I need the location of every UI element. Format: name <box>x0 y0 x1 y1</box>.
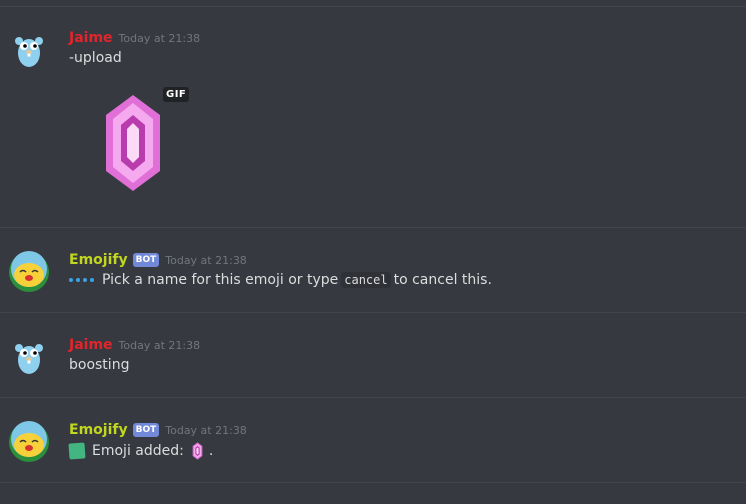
timestamp: Today at 21:38 <box>165 253 247 267</box>
author-name[interactable]: Jaime <box>69 337 113 353</box>
emojify-avatar[interactable] <box>8 421 50 463</box>
message-emojify-added: Emojify BOT Today at 21:38 Emoji added: … <box>0 421 746 471</box>
bot-badge: BOT <box>132 423 160 437</box>
message-body: Emoji added: . <box>68 442 214 460</box>
message-header: Jaime Today at 21:38 <box>69 336 200 354</box>
gopher-avatar[interactable] <box>8 336 50 378</box>
author-name[interactable]: Emojify <box>69 252 128 268</box>
message-header: Jaime Today at 21:38 <box>69 29 200 47</box>
pink-crystal-emoji[interactable] <box>192 442 203 460</box>
timestamp: Today at 21:38 <box>118 31 201 45</box>
message-text: Emoji added: <box>92 443 184 459</box>
author-name[interactable]: Jaime <box>69 30 113 46</box>
message-text: boosting <box>69 357 130 373</box>
message-jaime-boosting: Jaime Today at 21:38 boosting <box>0 336 746 386</box>
loading-dots-icon <box>69 278 94 282</box>
gif-badge: GIF <box>163 87 190 102</box>
message-text: -upload <box>69 50 122 66</box>
emojify-avatar[interactable] <box>8 251 50 293</box>
gopher-avatar[interactable] <box>8 29 50 71</box>
message-header: Emojify BOT Today at 21:38 <box>69 251 247 269</box>
timestamp: Today at 21:38 <box>118 338 201 352</box>
message-body: Pick a name for this emoji or type cance… <box>69 272 492 288</box>
divider-top <box>0 6 746 7</box>
divider <box>0 312 746 313</box>
message-text: . <box>208 443 214 459</box>
bot-badge: BOT <box>132 253 160 267</box>
message-emojify-prompt: Emojify BOT Today at 21:38 Pick a name f… <box>0 251 746 301</box>
pink-crystal-emoji[interactable] <box>103 93 163 193</box>
inline-code: cancel <box>341 272 391 288</box>
message-text: Pick a name for this emoji or type <box>102 272 339 288</box>
author-name[interactable]: Emojify <box>69 422 128 438</box>
divider <box>0 397 746 398</box>
divider <box>0 227 746 228</box>
green-square-icon <box>68 442 86 460</box>
timestamp: Today at 21:38 <box>165 423 247 437</box>
message-jaime-upload: Jaime Today at 21:38 -upload GIF <box>0 29 746 199</box>
message-header: Emojify BOT Today at 21:38 <box>69 421 247 439</box>
message-text: to cancel this. <box>393 272 492 288</box>
divider <box>0 482 746 483</box>
